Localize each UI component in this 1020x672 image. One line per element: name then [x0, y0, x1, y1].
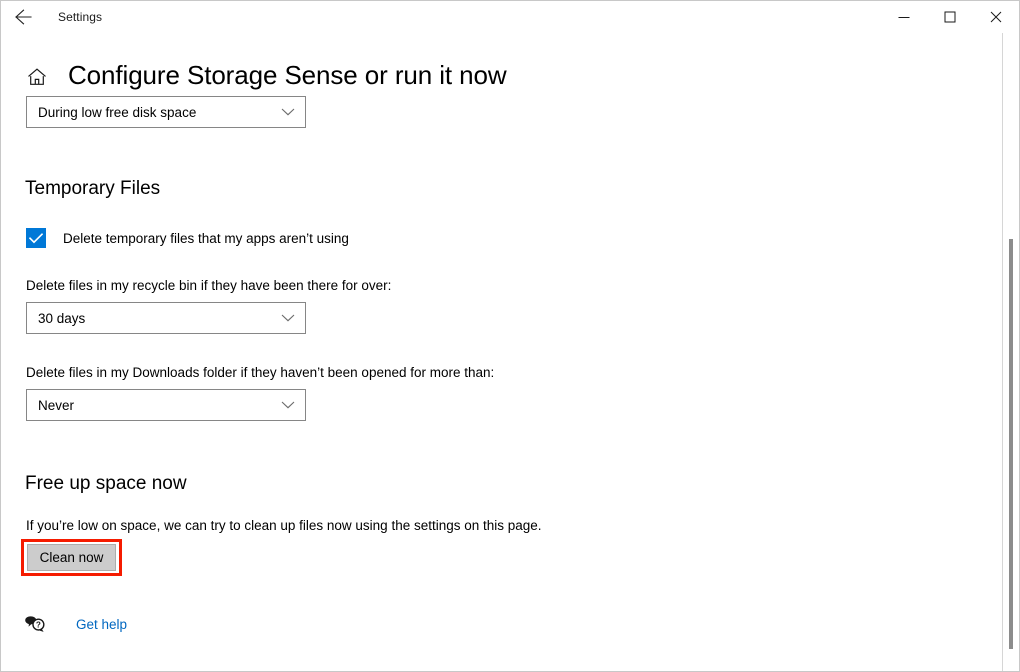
minimize-icon	[898, 11, 910, 23]
recycle-bin-retention-dropdown[interactable]: 30 days	[26, 302, 306, 334]
storage-sense-schedule-dropdown[interactable]: During low free disk space	[26, 96, 306, 128]
settings-content: During low free disk space Temporary Fil…	[1, 33, 1001, 671]
back-arrow-icon	[12, 6, 34, 28]
recycle-bin-label: Delete files in my recycle bin if they h…	[26, 278, 392, 293]
checkmark-icon	[29, 232, 43, 243]
free-up-space-heading: Free up space now	[25, 473, 187, 494]
get-help-link[interactable]: ? Get help	[23, 613, 127, 635]
svg-text:?: ?	[36, 620, 41, 629]
vertical-scrollbar[interactable]	[1002, 33, 1019, 671]
title-bar: Settings	[1, 1, 1019, 33]
close-icon	[990, 11, 1002, 23]
delete-temp-files-checkbox-row[interactable]: Delete temporary files that my apps aren…	[26, 228, 349, 248]
settings-window: Settings Configure Storage Sense or run …	[0, 0, 1020, 672]
app-title: Settings	[58, 10, 103, 24]
help-speech-bubble-icon: ?	[23, 613, 47, 635]
delete-temp-files-checkbox[interactable]	[26, 228, 46, 248]
clean-now-button[interactable]: Clean now	[27, 544, 116, 571]
chevron-down-icon	[281, 108, 295, 117]
downloads-retention-dropdown[interactable]: Never	[26, 389, 306, 421]
temporary-files-heading: Temporary Files	[25, 178, 161, 199]
minimize-button[interactable]	[881, 1, 927, 33]
maximize-icon	[944, 11, 956, 23]
close-button[interactable]	[973, 1, 1019, 33]
delete-temp-files-label: Delete temporary files that my apps aren…	[63, 230, 349, 246]
downloads-selected-value: Never	[38, 397, 75, 413]
maximize-button[interactable]	[927, 1, 973, 33]
back-button[interactable]	[1, 1, 45, 33]
caption-buttons	[881, 1, 1019, 33]
recycle-bin-selected-value: 30 days	[38, 310, 86, 326]
chevron-down-icon	[281, 314, 295, 323]
free-up-space-description: If you’re low on space, we can try to cl…	[26, 518, 542, 533]
chevron-down-icon	[281, 401, 295, 410]
get-help-label: Get help	[76, 616, 128, 632]
schedule-selected-value: During low free disk space	[38, 104, 197, 120]
downloads-folder-label: Delete files in my Downloads folder if t…	[26, 365, 495, 380]
scrollbar-thumb[interactable]	[1009, 239, 1013, 649]
